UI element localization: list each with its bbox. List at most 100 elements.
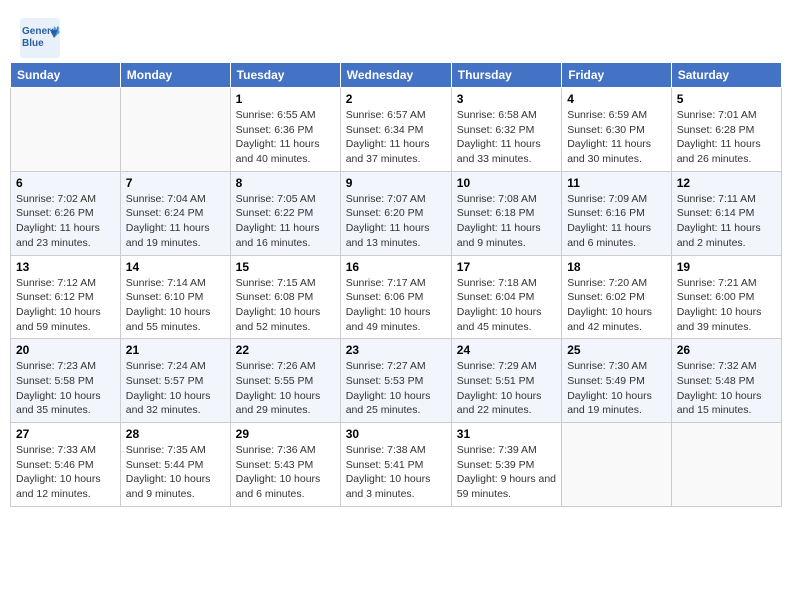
day-number: 5 [677, 92, 776, 106]
day-number: 24 [457, 343, 556, 357]
day-number: 7 [126, 176, 225, 190]
svg-text:Blue: Blue [22, 38, 44, 49]
calendar-cell: 29 Sunrise: 7:36 AMSunset: 5:43 PMDayligh… [230, 423, 340, 507]
day-detail: Sunrise: 7:02 AMSunset: 6:26 PMDaylight:… [16, 192, 115, 251]
day-number: 21 [126, 343, 225, 357]
day-number: 20 [16, 343, 115, 357]
calendar-cell: 12 Sunrise: 7:11 AMSunset: 6:14 PMDayligh… [671, 171, 781, 255]
day-detail: Sunrise: 7:18 AMSunset: 6:04 PMDaylight:… [457, 276, 556, 335]
day-number: 29 [236, 427, 335, 441]
day-detail: Sunrise: 7:08 AMSunset: 6:18 PMDaylight:… [457, 192, 556, 251]
day-detail: Sunrise: 7:09 AMSunset: 6:16 PMDaylight:… [567, 192, 666, 251]
calendar-cell: 22 Sunrise: 7:26 AMSunset: 5:55 PMDayligh… [230, 339, 340, 423]
column-header-thursday: Thursday [451, 63, 561, 88]
day-number: 10 [457, 176, 556, 190]
day-detail: Sunrise: 7:11 AMSunset: 6:14 PMDaylight:… [677, 192, 776, 251]
column-header-tuesday: Tuesday [230, 63, 340, 88]
day-number: 14 [126, 260, 225, 274]
day-detail: Sunrise: 7:12 AMSunset: 6:12 PMDaylight:… [16, 276, 115, 335]
day-number: 19 [677, 260, 776, 274]
day-number: 27 [16, 427, 115, 441]
calendar-cell: 3 Sunrise: 6:58 AMSunset: 6:32 PMDaylight… [451, 88, 561, 172]
calendar-cell: 11 Sunrise: 7:09 AMSunset: 6:16 PMDayligh… [562, 171, 672, 255]
day-detail: Sunrise: 7:15 AMSunset: 6:08 PMDaylight:… [236, 276, 335, 335]
day-number: 8 [236, 176, 335, 190]
calendar-cell: 13 Sunrise: 7:12 AMSunset: 6:12 PMDayligh… [11, 255, 121, 339]
column-header-saturday: Saturday [671, 63, 781, 88]
calendar-cell: 16 Sunrise: 7:17 AMSunset: 6:06 PMDayligh… [340, 255, 451, 339]
calendar-cell: 18 Sunrise: 7:20 AMSunset: 6:02 PMDayligh… [562, 255, 672, 339]
day-detail: Sunrise: 7:17 AMSunset: 6:06 PMDaylight:… [346, 276, 446, 335]
calendar-cell: 10 Sunrise: 7:08 AMSunset: 6:18 PMDayligh… [451, 171, 561, 255]
calendar-cell: 1 Sunrise: 6:55 AMSunset: 6:36 PMDaylight… [230, 88, 340, 172]
day-number: 13 [16, 260, 115, 274]
day-detail: Sunrise: 7:26 AMSunset: 5:55 PMDaylight:… [236, 359, 335, 418]
calendar-week-row: 20 Sunrise: 7:23 AMSunset: 5:58 PMDayligh… [11, 339, 782, 423]
calendar-header-row: SundayMondayTuesdayWednesdayThursdayFrid… [11, 63, 782, 88]
calendar-cell: 5 Sunrise: 7:01 AMSunset: 6:28 PMDaylight… [671, 88, 781, 172]
day-detail: Sunrise: 7:04 AMSunset: 6:24 PMDaylight:… [126, 192, 225, 251]
calendar-cell: 25Sunrise: 7:30 AMSunset: 5:49 PMDayligh… [562, 339, 672, 423]
column-header-friday: Friday [562, 63, 672, 88]
day-detail: Sunrise: 6:58 AMSunset: 6:32 PMDaylight:… [457, 108, 556, 167]
calendar-cell: 4 Sunrise: 6:59 AMSunset: 6:30 PMDaylight… [562, 88, 672, 172]
calendar-cell: 23Sunrise: 7:27 AMSunset: 5:53 PMDayligh… [340, 339, 451, 423]
calendar-cell: 24 Sunrise: 7:29 AMSunset: 5:51 PMDayligh… [451, 339, 561, 423]
day-number: 4 [567, 92, 666, 106]
calendar-cell: 9Sunrise: 7:07 AMSunset: 6:20 PMDaylight… [340, 171, 451, 255]
calendar-week-row: 27 Sunrise: 7:33 AMSunset: 5:46 PMDayligh… [11, 423, 782, 507]
calendar-cell: 20 Sunrise: 7:23 AMSunset: 5:58 PMDayligh… [11, 339, 121, 423]
day-detail: Sunrise: 7:24 AMSunset: 5:57 PMDaylight:… [126, 359, 225, 418]
day-detail: Sunrise: 7:01 AMSunset: 6:28 PMDaylight:… [677, 108, 776, 167]
day-detail: Sunrise: 7:39 AMSunset: 5:39 PMDaylight:… [457, 443, 556, 502]
day-number: 6 [16, 176, 115, 190]
calendar-cell: 30Sunrise: 7:38 AMSunset: 5:41 PMDayligh… [340, 423, 451, 507]
logo-icon: General Blue [20, 18, 56, 54]
day-number: 17 [457, 260, 556, 274]
calendar-cell [120, 88, 230, 172]
day-detail: Sunrise: 7:35 AMSunset: 5:44 PMDaylight:… [126, 443, 225, 502]
calendar-week-row: 1 Sunrise: 6:55 AMSunset: 6:36 PMDaylight… [11, 88, 782, 172]
day-detail: Sunrise: 7:33 AMSunset: 5:46 PMDaylight:… [16, 443, 115, 502]
day-detail: Sunrise: 7:29 AMSunset: 5:51 PMDaylight:… [457, 359, 556, 418]
calendar-cell: 6 Sunrise: 7:02 AMSunset: 6:26 PMDaylight… [11, 171, 121, 255]
day-detail: Sunrise: 6:57 AMSunset: 6:34 PMDaylight:… [346, 108, 446, 167]
calendar-cell [562, 423, 672, 507]
calendar-table: SundayMondayTuesdayWednesdayThursdayFrid… [10, 62, 782, 507]
day-number: 28 [126, 427, 225, 441]
day-number: 15 [236, 260, 335, 274]
day-detail: Sunrise: 7:38 AMSunset: 5:41 PMDaylight:… [346, 443, 446, 502]
day-number: 16 [346, 260, 446, 274]
day-number: 31 [457, 427, 556, 441]
day-detail: Sunrise: 6:55 AMSunset: 6:36 PMDaylight:… [236, 108, 335, 167]
calendar-cell: 19 Sunrise: 7:21 AMSunset: 6:00 PMDayligh… [671, 255, 781, 339]
day-number: 22 [236, 343, 335, 357]
calendar-week-row: 13 Sunrise: 7:12 AMSunset: 6:12 PMDayligh… [11, 255, 782, 339]
day-detail: Sunrise: 7:21 AMSunset: 6:00 PMDaylight:… [677, 276, 776, 335]
calendar-cell: 21 Sunrise: 7:24 AMSunset: 5:57 PMDayligh… [120, 339, 230, 423]
calendar-cell: 8Sunrise: 7:05 AMSunset: 6:22 PMDaylight… [230, 171, 340, 255]
day-number: 26 [677, 343, 776, 357]
day-detail: Sunrise: 7:20 AMSunset: 6:02 PMDaylight:… [567, 276, 666, 335]
calendar-cell: 27 Sunrise: 7:33 AMSunset: 5:46 PMDayligh… [11, 423, 121, 507]
day-detail: Sunrise: 6:59 AMSunset: 6:30 PMDaylight:… [567, 108, 666, 167]
calendar-cell [11, 88, 121, 172]
header: General Blue [10, 10, 782, 58]
day-number: 1 [236, 92, 335, 106]
day-detail: Sunrise: 7:23 AMSunset: 5:58 PMDaylight:… [16, 359, 115, 418]
day-number: 18 [567, 260, 666, 274]
day-number: 3 [457, 92, 556, 106]
day-detail: Sunrise: 7:30 AMSunset: 5:49 PMDaylight:… [567, 359, 666, 418]
calendar-week-row: 6 Sunrise: 7:02 AMSunset: 6:26 PMDaylight… [11, 171, 782, 255]
calendar-cell: 28 Sunrise: 7:35 AMSunset: 5:44 PMDayligh… [120, 423, 230, 507]
calendar-cell: 14 Sunrise: 7:14 AMSunset: 6:10 PMDayligh… [120, 255, 230, 339]
day-number: 11 [567, 176, 666, 190]
day-detail: Sunrise: 7:14 AMSunset: 6:10 PMDaylight:… [126, 276, 225, 335]
day-detail: Sunrise: 7:27 AMSunset: 5:53 PMDaylight:… [346, 359, 446, 418]
calendar-cell: 26Sunrise: 7:32 AMSunset: 5:48 PMDayligh… [671, 339, 781, 423]
day-number: 9 [346, 176, 446, 190]
calendar-cell: 17 Sunrise: 7:18 AMSunset: 6:04 PMDayligh… [451, 255, 561, 339]
day-detail: Sunrise: 7:36 AMSunset: 5:43 PMDaylight:… [236, 443, 335, 502]
calendar-cell: 15 Sunrise: 7:15 AMSunset: 6:08 PMDayligh… [230, 255, 340, 339]
day-number: 12 [677, 176, 776, 190]
